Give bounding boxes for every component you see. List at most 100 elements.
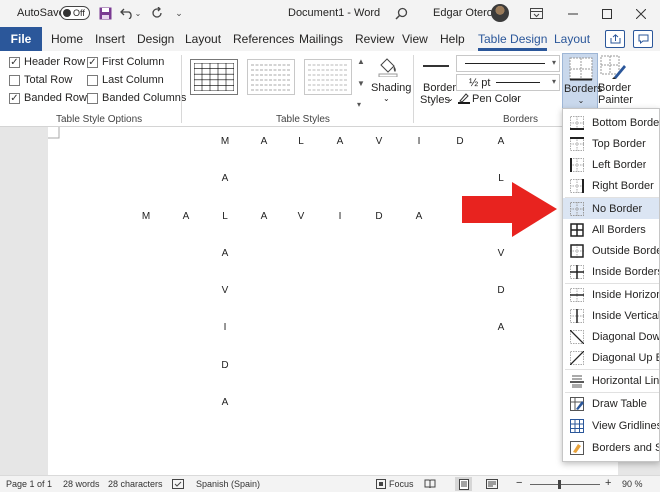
total-row-checkbox[interactable]: Total Row: [9, 74, 72, 86]
tab-help[interactable]: Help: [440, 32, 465, 46]
menu-item-label: Outside Borders: [592, 244, 659, 257]
zoom-slider[interactable]: [530, 484, 600, 485]
zoom-out-button[interactable]: −: [516, 477, 522, 489]
tab-review[interactable]: Review: [355, 32, 394, 46]
scroll-down-icon[interactable]: ▼: [357, 79, 367, 88]
scroll-up-icon[interactable]: ▲: [357, 57, 367, 66]
table-cell-text: V: [221, 285, 229, 296]
tab-layout[interactable]: Layout: [185, 32, 221, 46]
border-styles-icon[interactable]: [423, 65, 449, 67]
menu-item-top-border[interactable]: Top Border: [563, 133, 659, 154]
menu-item-right-border[interactable]: Right Border: [563, 175, 659, 196]
undo-dropdown-icon[interactable]: ⌄: [133, 4, 143, 22]
avatar[interactable]: [491, 4, 509, 22]
comments-button[interactable]: [633, 30, 653, 48]
border-styles-label-2[interactable]: Styles: [420, 94, 450, 106]
menu-item-left-border[interactable]: Left Border: [563, 154, 659, 175]
tab-references[interactable]: References: [233, 32, 294, 46]
proofing-icon[interactable]: [172, 479, 184, 489]
maximize-icon[interactable]: [590, 0, 624, 27]
tab-home[interactable]: Home: [51, 32, 83, 46]
share-button[interactable]: [605, 30, 625, 48]
menu-item-inside-horizontal-border[interactable]: Inside Horizontal Border: [563, 284, 659, 305]
document-page[interactable]: M A L A V I D A A A V I D A M A L A V I …: [48, 127, 618, 475]
table-style-thumbnail[interactable]: [304, 59, 352, 95]
table-styles-group-label: Table Styles: [276, 114, 330, 125]
zoom-level[interactable]: 90 %: [622, 479, 643, 489]
shading-label[interactable]: Shading: [371, 82, 411, 94]
menu-item-label: Borders and Shading...: [592, 441, 659, 454]
menu-item-diagonal-down-border[interactable]: Diagonal Down Border: [563, 326, 659, 347]
borders-dropdown-menu: Bottom Border Top Border Left Border Rig…: [562, 108, 660, 462]
more-styles-icon[interactable]: ▾: [357, 100, 367, 109]
pen-color-icon[interactable]: [458, 92, 470, 104]
web-layout-icon[interactable]: [485, 478, 499, 490]
print-layout-icon[interactable]: [455, 477, 472, 491]
menu-item-view-gridlines[interactable]: View Gridlines: [563, 415, 659, 436]
table-styles-scroll[interactable]: ▲ ▼ ▾: [357, 57, 367, 109]
borders-icon: [569, 57, 593, 81]
menu-item-label: All Borders: [592, 223, 646, 236]
tab-insert[interactable]: Insert: [95, 32, 125, 46]
menu-item-inside-vertical-border[interactable]: Inside Vertical Border: [563, 305, 659, 326]
shading-icon[interactable]: [377, 55, 399, 78]
chevron-down-icon: ▾: [551, 58, 556, 67]
menu-item-outside-borders[interactable]: Outside Borders: [563, 240, 659, 261]
menu-item-draw-table[interactable]: Draw Table: [563, 393, 659, 414]
left-border-icon: [570, 157, 584, 172]
pen-color-dropdown-icon[interactable]: ⌄: [512, 93, 519, 102]
tab-table-design[interactable]: Table Design: [478, 32, 548, 51]
header-row-checkbox[interactable]: ✓ Header Row: [9, 56, 85, 68]
border-painter-label-2[interactable]: Painter: [598, 94, 633, 106]
zoom-slider-thumb[interactable]: [558, 480, 561, 489]
tab-mailings[interactable]: Mailings: [299, 32, 343, 46]
borders-and-shading-icon: [570, 440, 584, 455]
banded-columns-checkbox[interactable]: Banded Columns: [87, 92, 186, 104]
line-weight-dropdown[interactable]: ½ pt ▾: [456, 74, 560, 91]
tab-design[interactable]: Design: [137, 32, 174, 46]
save-icon[interactable]: [96, 4, 114, 22]
zoom-in-button[interactable]: +: [605, 477, 611, 489]
focus-label[interactable]: Focus: [389, 479, 414, 489]
last-column-checkbox[interactable]: Last Column: [87, 74, 164, 86]
table-style-thumbnail[interactable]: [247, 59, 295, 95]
tab-file[interactable]: File: [0, 27, 42, 51]
close-icon[interactable]: [624, 0, 658, 27]
table-style-thumbnail[interactable]: [190, 59, 238, 95]
tab-table-layout[interactable]: Layout: [554, 32, 590, 46]
tab-view[interactable]: View: [402, 32, 428, 46]
checkbox-box: [87, 74, 98, 86]
border-styles-label-1[interactable]: Border: [423, 82, 456, 94]
menu-item-inside-borders[interactable]: Inside Borders: [563, 261, 659, 282]
border-styles-dropdown-icon[interactable]: ⌄: [447, 94, 454, 103]
border-painter-icon[interactable]: [600, 55, 626, 81]
read-mode-icon[interactable]: [423, 478, 437, 490]
language[interactable]: Spanish (Spain): [196, 479, 260, 489]
minimize-icon[interactable]: [556, 0, 590, 27]
line-style-dropdown[interactable]: ▾: [456, 55, 560, 72]
search-icon[interactable]: [392, 4, 410, 22]
autosave-toggle[interactable]: Off: [60, 6, 90, 20]
page-count[interactable]: Page 1 of 1: [6, 479, 52, 489]
border-painter-label-1[interactable]: Border: [598, 82, 631, 94]
menu-item-bottom-border[interactable]: Bottom Border: [563, 112, 660, 133]
customize-quick-access-icon[interactable]: ⌄: [170, 4, 188, 22]
top-border-icon: [570, 136, 584, 151]
menu-item-label: Bottom Border: [592, 116, 660, 129]
table-cell-text: V: [497, 248, 505, 259]
menu-item-diagonal-up-border[interactable]: Diagonal Up Border: [563, 347, 659, 368]
character-count[interactable]: 28 characters: [108, 479, 163, 489]
first-column-checkbox[interactable]: ✓ First Column: [87, 56, 164, 68]
user-name[interactable]: Edgar Otero: [433, 7, 493, 19]
banded-rows-checkbox[interactable]: ✓ Banded Rows: [9, 92, 93, 104]
ribbon-display-options-icon[interactable]: [527, 4, 545, 22]
menu-item-all-borders[interactable]: All Borders: [563, 219, 659, 240]
focus-icon[interactable]: [376, 479, 386, 489]
shading-dropdown-icon[interactable]: ⌄: [383, 94, 390, 103]
word-count[interactable]: 28 words: [63, 479, 100, 489]
menu-item-horizontal-line[interactable]: Horizontal Line: [563, 370, 659, 391]
group-separator: [181, 55, 182, 123]
menu-item-no-border[interactable]: No Border: [563, 198, 659, 219]
redo-icon[interactable]: [148, 4, 166, 22]
menu-item-borders-and-shading[interactable]: Borders and Shading...: [563, 437, 659, 458]
